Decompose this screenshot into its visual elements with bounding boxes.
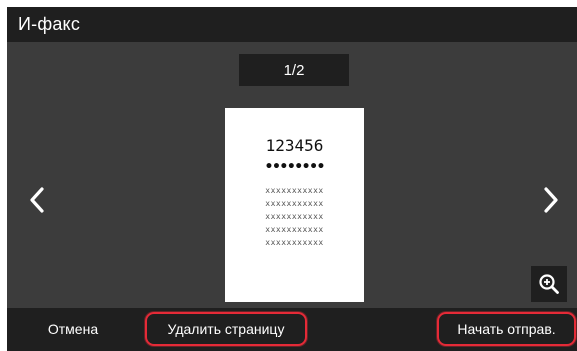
document-line: xxxxxxxxxxx [265, 186, 324, 195]
previous-page-button[interactable] [25, 180, 49, 220]
next-page-button[interactable] [539, 180, 563, 220]
page-counter: 1/2 [239, 54, 349, 86]
document-line: xxxxxxxxxxx [265, 238, 324, 247]
start-sending-button[interactable]: Начать отправ. [437, 312, 576, 346]
zoom-button[interactable] [531, 266, 567, 302]
zoom-in-icon [539, 274, 559, 294]
document-masked-text: •••••••• [264, 159, 325, 175]
cancel-button[interactable]: Отмена [25, 312, 121, 346]
delete-page-button[interactable]: Удалить страницу [145, 312, 307, 346]
chevron-left-icon [30, 187, 44, 213]
document-line: xxxxxxxxxxx [265, 212, 324, 221]
chevron-right-icon [544, 187, 558, 213]
action-bar: Отмена Удалить страницу Начать отправ. [7, 308, 577, 351]
document-line: xxxxxxxxxxx [265, 225, 324, 234]
document-line: xxxxxxxxxxx [265, 199, 324, 208]
document-preview-area: 1/2 123456 •••••••• xxxxxxxxxxx xxxxxxxx… [7, 42, 577, 308]
title-bar: И-факс [7, 7, 577, 42]
fax-preview-screen: И-факс 1/2 123456 •••••••• xxxxxxxxxxx x… [0, 0, 577, 351]
document-text-lines: xxxxxxxxxxx xxxxxxxxxxx xxxxxxxxxxx xxxx… [225, 184, 364, 249]
screen-title: И-факс [18, 14, 81, 34]
document-number: 123456 [265, 136, 324, 155]
document-page-thumbnail: 123456 •••••••• xxxxxxxxxxx xxxxxxxxxxx … [225, 108, 364, 302]
